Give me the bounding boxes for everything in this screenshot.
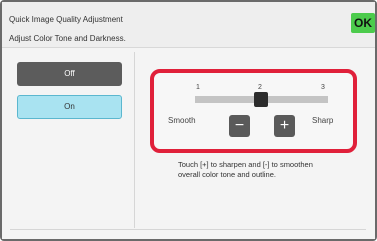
minus-button[interactable]: − [229, 115, 250, 137]
bottom-divider [10, 229, 366, 230]
dialog-title: Quick Image Quality Adjustment [9, 15, 123, 24]
hint-text-line1: Touch [+] to sharpen and [-] to smoothen [178, 160, 313, 169]
smooth-label: Smooth [168, 116, 196, 125]
slider-tick-1: 1 [196, 84, 200, 91]
sharp-label: Sharp [312, 116, 334, 125]
dialog-header: Quick Image Quality Adjustment Adjust Co… [2, 2, 375, 48]
slider-tick-2: 2 [258, 84, 262, 91]
plus-button[interactable]: + [274, 115, 295, 137]
sharpness-slider-thumb[interactable] [254, 92, 268, 107]
on-button[interactable]: On [17, 95, 122, 119]
slider-tick-3: 3 [321, 84, 325, 91]
dialog-subtitle: Adjust Color Tone and Darkness. [9, 34, 126, 43]
hint-text-line2: overall color tone and outline. [178, 170, 276, 179]
ok-button[interactable]: OK [351, 13, 375, 33]
adjustment-highlight-box [150, 69, 357, 153]
vertical-divider [134, 52, 135, 228]
off-button[interactable]: Off [17, 62, 122, 86]
